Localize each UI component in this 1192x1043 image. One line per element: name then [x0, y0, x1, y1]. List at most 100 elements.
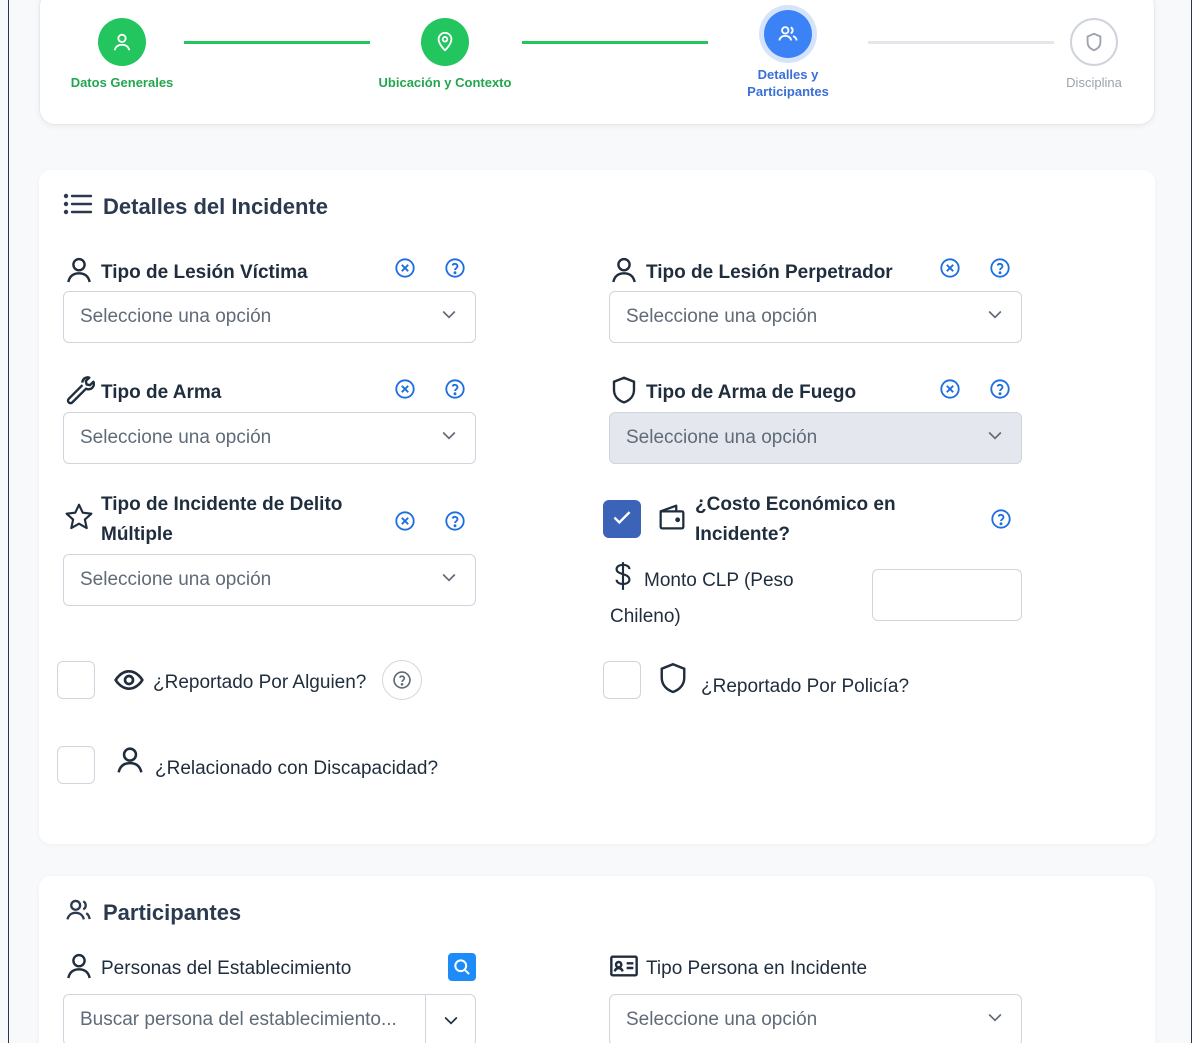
chevron-down-icon — [439, 304, 459, 330]
user-icon — [98, 18, 146, 66]
step-connector-2 — [522, 41, 708, 44]
search-icon[interactable] — [448, 953, 476, 981]
shield-icon — [655, 660, 691, 702]
help-icon[interactable] — [443, 256, 467, 280]
shield-icon — [1070, 18, 1118, 66]
wrench-icon — [63, 374, 96, 412]
checkmark-icon — [609, 504, 635, 535]
section-title-detalles: Detalles del Incidente — [63, 192, 328, 222]
label-text: ¿Relacionado con Discapacidad? — [155, 758, 439, 779]
clear-icon[interactable] — [938, 377, 962, 401]
step-label: Detalles y Participantes — [747, 67, 829, 99]
user-icon — [113, 744, 147, 784]
label-text: Tipo de Lesión Perpetrador — [646, 262, 893, 283]
step-label: Datos Generales — [70, 75, 174, 90]
label-text: Tipo de Lesión Víctima — [101, 262, 308, 283]
clear-icon[interactable] — [938, 256, 962, 280]
help-icon[interactable] — [443, 509, 467, 533]
label-text: ¿Reportado Por Policía? — [701, 676, 910, 697]
stepper: Datos Generales Ubicación y Contexto Det… — [39, 0, 1155, 125]
help-icon[interactable] — [989, 507, 1013, 531]
select-value: Seleccione una opción — [80, 569, 272, 590]
user-icon — [63, 254, 95, 292]
discapacidad-checkbox[interactable] — [57, 746, 95, 784]
tipo-persona-label: Tipo Persona en Incidente — [608, 950, 867, 988]
label-text: Personas del Establecimiento — [101, 958, 352, 979]
reportado-policia-checkbox[interactable] — [603, 661, 641, 699]
select-value: Seleccione una opción — [626, 306, 818, 327]
frame-border-left — [8, 0, 9, 1043]
eye-icon — [113, 664, 145, 702]
discapacidad-label: ¿Relacionado con Discapacidad? — [113, 744, 438, 784]
help-icon[interactable] — [988, 377, 1012, 401]
list-icon — [63, 192, 93, 222]
reportado-alguien-label: ¿Reportado Por Alguien? — [113, 664, 366, 702]
label-line-1: Monto CLP (Peso — [644, 570, 794, 591]
help-icon[interactable] — [382, 660, 422, 700]
monto-label: Monto CLP (Peso Chileno) — [610, 560, 794, 632]
reportado-policia-label: ¿Reportado Por Policía? — [655, 660, 909, 702]
chevron-down-icon — [985, 304, 1005, 330]
shield-icon — [608, 374, 640, 412]
lesion-victima-select[interactable]: Seleccione una opción — [63, 291, 476, 343]
user-icon — [608, 254, 640, 292]
step-detalles[interactable]: Detalles y Participantes — [728, 10, 848, 100]
section-title-text: Detalles del Incidente — [103, 194, 328, 219]
label-text: Tipo de Incidente de Delito Múltiple — [101, 490, 342, 550]
label-line-2: Múltiple — [101, 524, 173, 545]
id-card-icon — [608, 950, 640, 988]
label-text: Tipo de Arma de Fuego — [646, 382, 857, 403]
wallet-icon — [655, 500, 689, 540]
label-line-1: Tipo de Incidente de Delito — [101, 494, 343, 515]
lesion-victima-label: Tipo de Lesión Víctima — [63, 254, 308, 292]
arma-fuego-label: Tipo de Arma de Fuego — [608, 374, 856, 412]
clear-icon[interactable] — [393, 377, 417, 401]
star-icon — [63, 501, 95, 539]
delito-multiple-select[interactable]: Seleccione una opción — [63, 554, 476, 606]
label-text: Tipo Persona en Incidente — [646, 958, 868, 979]
delito-multiple-label: Tipo de Incidente de Delito Múltiple — [63, 490, 342, 550]
label-text: ¿Costo Económico en Incidente? — [695, 490, 896, 550]
costo-economico-checkbox[interactable] — [603, 500, 641, 538]
step-disciplina[interactable]: Disciplina — [1034, 18, 1154, 91]
label-text: Tipo de Arma — [101, 382, 222, 403]
label-text: Monto CLP (Peso Chileno) — [610, 560, 794, 632]
step-connector-1 — [184, 41, 370, 44]
select-value: Seleccione una opción — [80, 306, 272, 327]
label-text: ¿Reportado Por Alguien? — [153, 672, 367, 693]
arma-label: Tipo de Arma — [63, 374, 221, 412]
lesion-perpetrador-label: Tipo de Lesión Perpetrador — [608, 254, 893, 292]
arma-select[interactable]: Seleccione una opción — [63, 412, 476, 464]
label-line-2: Incidente? — [695, 524, 791, 545]
select-value: Seleccione una opción — [626, 427, 818, 448]
step-ubicacion[interactable]: Ubicación y Contexto — [370, 18, 520, 91]
lesion-perpetrador-select[interactable]: Seleccione una opción — [609, 291, 1022, 343]
reportado-alguien-checkbox[interactable] — [57, 661, 95, 699]
step-connector-3 — [868, 41, 1054, 44]
participantes-card: Participantes Personas del Establecimien… — [39, 876, 1155, 1043]
label-line-1: ¿Costo Económico en — [695, 494, 896, 515]
help-icon[interactable] — [443, 377, 467, 401]
help-icon[interactable] — [988, 256, 1012, 280]
tipo-persona-select[interactable]: Seleccione una opción — [609, 994, 1022, 1043]
users-icon — [764, 10, 812, 58]
step-label: Ubicación y Contexto — [378, 75, 512, 90]
select-value: Seleccione una opción — [80, 427, 272, 448]
monto-input[interactable] — [872, 569, 1022, 621]
select-value: Seleccione una opción — [626, 1009, 818, 1030]
clear-icon[interactable] — [393, 256, 417, 280]
section-title-participantes: Participantes — [63, 896, 241, 930]
arma-fuego-select[interactable]: Seleccione una opción — [609, 412, 1022, 464]
chevron-down-icon — [439, 425, 459, 451]
users-icon — [63, 896, 93, 930]
chevron-down-icon — [985, 1007, 1005, 1033]
costo-economico-label: ¿Costo Económico en Incidente? — [655, 490, 896, 550]
personas-search-combo[interactable]: Buscar persona del establecimiento... — [63, 994, 476, 1043]
personas-search-input[interactable]: Buscar persona del establecimiento... — [64, 1009, 425, 1031]
user-icon — [63, 950, 95, 988]
clear-icon[interactable] — [393, 509, 417, 533]
step-datos-generales[interactable]: Datos Generales — [62, 18, 182, 91]
personas-label: Personas del Establecimiento — [63, 950, 351, 988]
detalles-card: Detalles del Incidente Tipo de Lesión Ví… — [39, 170, 1155, 844]
chevron-down-icon[interactable] — [425, 995, 475, 1043]
